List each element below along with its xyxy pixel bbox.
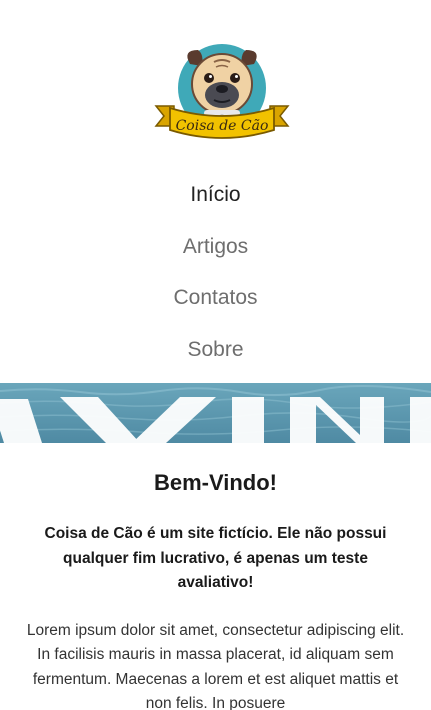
- intro-text: Coisa de Cão é um site fictício. Ele não…: [44, 525, 387, 591]
- main-content: Bem-Vindo! Coisa de Cão é um site fictíc…: [0, 443, 431, 710]
- nav-item-artigos[interactable]: Artigos: [0, 222, 431, 274]
- nav-item-sobre[interactable]: Sobre: [0, 325, 431, 377]
- page: Coisa de Cão Início Artigos Contatos Sob…: [0, 0, 431, 710]
- body-paragraph: Lorem ipsum dolor sit amet, consectetur …: [26, 621, 405, 710]
- nav-item-contatos[interactable]: Contatos: [0, 273, 431, 325]
- main-nav: Início Artigos Contatos Sobre: [0, 170, 431, 376]
- sea-banner-image: [0, 383, 431, 443]
- nav-item-inicio[interactable]: Início: [0, 170, 431, 222]
- page-title: Bem-Vindo!: [153, 470, 278, 495]
- hero-banner: [0, 383, 431, 443]
- logo-text: Coisa de Cão: [175, 118, 269, 134]
- site-logo[interactable]: Coisa de Cão: [152, 40, 292, 146]
